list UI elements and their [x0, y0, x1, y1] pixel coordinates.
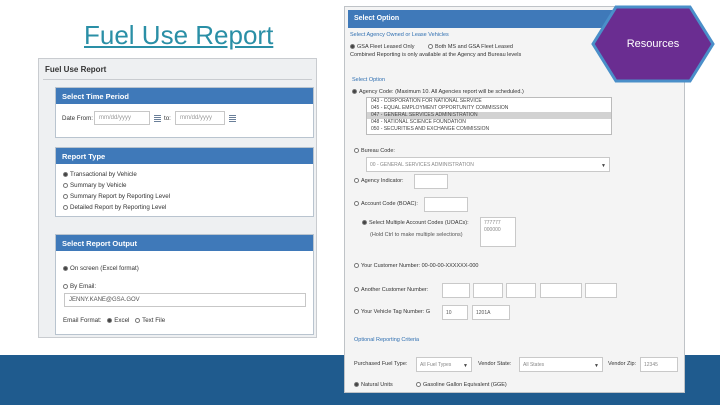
vendor-state-select[interactable]: All States ▼ [519, 357, 603, 372]
both-option[interactable]: Both MS and GSA Fleet Leased [428, 44, 513, 50]
vehicle-tag-option[interactable]: Your Vehicle Tag Number: G [354, 309, 430, 315]
chevron-down-icon: ▼ [601, 163, 606, 169]
chevron-down-icon: ▼ [463, 363, 468, 369]
radio-selected-icon[interactable] [352, 89, 357, 95]
code-option[interactable]: 777777 [484, 220, 512, 227]
time-period-card: Select Time Period Date From: mm/dd/yyyy… [55, 87, 314, 138]
agency-indicator-option[interactable]: Agency Indicator: [354, 178, 404, 184]
radio-icon[interactable] [63, 283, 68, 289]
radio-selected-icon[interactable] [362, 220, 367, 226]
email-format-row: Email Format: Excel Text File [63, 317, 166, 324]
agency-list-item[interactable]: 050 - SECURITIES AND EXCHANGE COMMISSION [367, 126, 611, 133]
radio-selected-icon[interactable] [107, 317, 113, 323]
code-option[interactable]: 000000 [484, 227, 512, 234]
slide-title: Fuel Use Report [84, 20, 274, 50]
natural-units-option[interactable]: Natural Units [354, 382, 393, 388]
report-type-option[interactable]: Transactional by Vehicle [63, 171, 137, 178]
panel-title: Fuel Use Report [45, 65, 107, 74]
ctrl-note: (Hold Ctrl to make multiple selections) [370, 232, 463, 238]
agency-listbox[interactable]: 043 - CORPORATION FOR NATIONAL SERVICE 0… [366, 97, 612, 135]
date-to-input[interactable]: mm/dd/yyyy [175, 111, 225, 125]
report-type-option[interactable]: Summary by Vehicle [63, 182, 126, 189]
account-code-input[interactable] [424, 197, 468, 212]
agency-indicator-input[interactable] [414, 174, 448, 189]
divider [43, 79, 312, 80]
radio-selected-icon[interactable] [63, 265, 68, 271]
agency-list-item[interactable]: 043 - CORPORATION FOR NATIONAL SERVICE [367, 98, 611, 105]
agency-list-item[interactable]: 045 - EQUAL EMPLOYMENT OPPORTUNITY COMMI… [367, 105, 611, 112]
radio-selected-icon[interactable] [354, 382, 359, 388]
time-period-header: Select Time Period [56, 88, 313, 104]
report-type-option[interactable]: Detailed Report by Reporting Level [63, 204, 166, 211]
radio-icon[interactable] [354, 309, 359, 315]
calendar-icon[interactable] [229, 115, 236, 122]
customer-number-part[interactable] [585, 283, 617, 298]
report-type-option[interactable]: Summary Report by Reporting Level [63, 193, 170, 200]
agency-code-option[interactable]: Agency Code: (Maximum 10. All Agencies r… [352, 89, 524, 95]
radio-icon[interactable] [63, 182, 68, 188]
report-output-card: Select Report Output On screen (Excel fo… [55, 234, 314, 335]
fuel-type-select[interactable]: All Fuel Types ▼ [416, 357, 472, 372]
combined-note: Combined Reporting is only available at … [350, 52, 522, 58]
customer-number-part[interactable] [473, 283, 503, 298]
report-output-header: Select Report Output [56, 235, 313, 251]
email-input[interactable]: JENNY.KANE@GSA.GOV [64, 293, 306, 307]
on-screen-option[interactable]: On screen (Excel format) [63, 265, 139, 272]
radio-selected-icon[interactable] [350, 44, 355, 50]
agency-section-label: Select Agency Owned or Lease Vehicles [350, 32, 449, 38]
radio-selected-icon[interactable] [63, 171, 68, 177]
select-option-label: Select Option [352, 77, 386, 83]
calendar-icon[interactable] [154, 115, 161, 122]
date-from-label: Date From: [62, 115, 93, 122]
bureau-code-select[interactable]: 00 - GENERAL SERVICES ADMINISTRATION ▼ [366, 157, 610, 172]
chevron-down-icon: ▼ [594, 363, 599, 369]
customer-number-part[interactable] [442, 283, 470, 298]
radio-icon[interactable] [63, 193, 68, 199]
optional-criteria-label: Optional Reporting Criteria [354, 337, 420, 343]
radio-icon[interactable] [354, 263, 359, 269]
report-type-header: Report Type [56, 148, 313, 164]
radio-icon[interactable] [135, 317, 141, 323]
agency-list-item[interactable]: 047 - GENERAL SERVICES ADMINISTRATION [367, 112, 611, 119]
vendor-state-label: Vendor State: [478, 361, 512, 367]
vendor-zip-label: Vendor Zip: [608, 361, 637, 367]
date-to-label: to: [164, 115, 171, 122]
report-type-card: Report Type Transactional by Vehicle Sum… [55, 147, 314, 217]
customer-number-part[interactable] [506, 283, 536, 298]
radio-icon[interactable] [63, 204, 68, 210]
radio-icon[interactable] [354, 201, 359, 207]
gge-option[interactable]: Gasoline Gallon Equivalent (GGE) [416, 382, 507, 388]
agency-list-item[interactable]: 048 - NATIONAL SCIENCE FOUNDATION [367, 119, 611, 126]
by-email-option[interactable]: By Email: [63, 283, 96, 290]
tag-suffix-input[interactable]: 1201A [472, 305, 510, 320]
another-customer-option[interactable]: Another Customer Number: [354, 287, 428, 293]
radio-icon[interactable] [428, 44, 433, 50]
fuel-type-label: Purchased Fuel Type: [354, 361, 408, 367]
radio-icon[interactable] [354, 287, 359, 293]
gsa-only-option[interactable]: GSA Fleet Leased Only [350, 44, 414, 50]
radio-icon[interactable] [416, 382, 421, 388]
vendor-zip-input[interactable]: 12345 [640, 357, 678, 372]
customer-number-part[interactable] [540, 283, 582, 298]
fuel-use-report-panel: Fuel Use Report Select Time Period Date … [38, 58, 317, 338]
tag-number-input[interactable]: 10 [442, 305, 468, 320]
multiple-codes-option[interactable]: Select Multiple Account Codes (UOACs): [362, 220, 469, 226]
date-from-input[interactable]: mm/dd/yyyy [94, 111, 150, 125]
account-code-option[interactable]: Account Code (BOAC): [354, 201, 418, 207]
bureau-code-option[interactable]: Bureau Code: [354, 148, 395, 154]
customer-number-option[interactable]: Your Customer Number: 00-00-00-XXXXXX-00… [354, 263, 479, 269]
multiple-codes-listbox[interactable]: 777777 000000 [480, 217, 516, 247]
resources-button-label[interactable]: Resources [590, 38, 716, 50]
radio-icon[interactable] [354, 148, 359, 154]
radio-icon[interactable] [354, 178, 359, 184]
